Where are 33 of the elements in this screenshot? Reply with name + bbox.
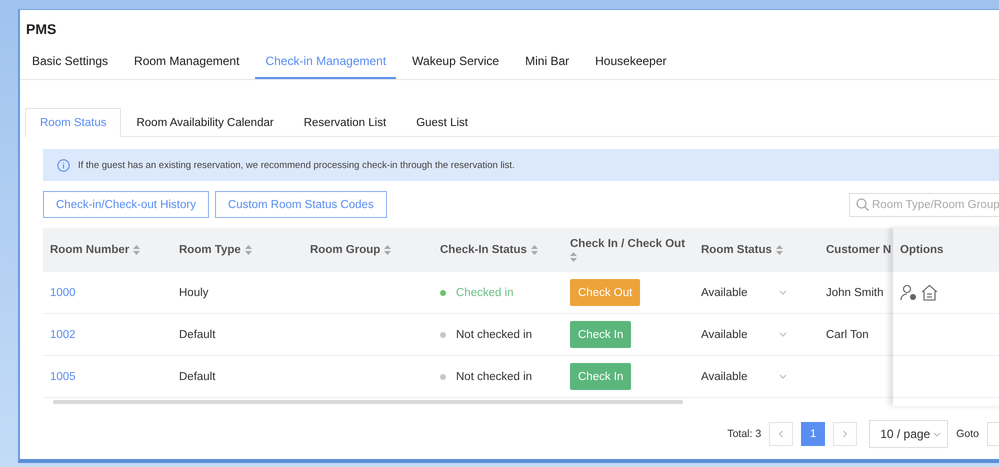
- table-cell: John Smith: [826, 286, 884, 298]
- room-status-select[interactable]: Available: [701, 328, 787, 340]
- table-cell: Carl Ton: [826, 328, 869, 340]
- column-header[interactable]: Room Status: [694, 244, 822, 256]
- page-size-select[interactable]: 10 / page: [869, 420, 948, 448]
- sub-tab[interactable]: Guest List: [401, 108, 483, 137]
- column-header[interactable]: Room Type: [172, 244, 303, 256]
- column-header: Customer N: [825, 244, 892, 256]
- notice-text: If the guest has an existing reservation, we recommend processing check-in through the reservation list.: [78, 160, 515, 170]
- nav-tab[interactable]: Wakeup Service: [402, 46, 510, 79]
- nav-tab[interactable]: Room Management: [124, 46, 250, 79]
- column-header[interactable]: Room Number: [43, 244, 172, 256]
- status-text: Checked in: [456, 286, 514, 298]
- nav-tab[interactable]: Housekeeper: [585, 46, 677, 79]
- table-cell-text: Default: [178, 328, 216, 340]
- status-text: Not checked in: [456, 328, 532, 340]
- nav-tab[interactable]: Mini Bar: [515, 46, 580, 79]
- column-header[interactable]: Check-In Status: [433, 244, 563, 256]
- nav-tab[interactable]: Basic Settings: [22, 46, 118, 79]
- sub-tab[interactable]: Reservation List: [288, 108, 402, 137]
- column-header: Options: [899, 244, 944, 256]
- goto-label: Goto: [956, 428, 979, 440]
- room-status-select[interactable]: Available: [701, 370, 787, 382]
- column-header[interactable]: Room Group: [303, 244, 433, 256]
- status-text: Not checked in: [456, 370, 532, 382]
- total-count: Total: 3: [727, 428, 762, 440]
- sub-tab[interactable]: Room Availability Calendar: [121, 108, 289, 137]
- window-title: PMS: [25, 20, 58, 39]
- table-cell-text: Houly: [178, 286, 210, 298]
- room-status-select[interactable]: Available: [701, 286, 787, 298]
- column-header[interactable]: Check In / Check Out: [563, 238, 694, 262]
- search-field[interactable]: Room Type/Room Group: [849, 192, 999, 216]
- table-cell-text: Default: [178, 370, 216, 382]
